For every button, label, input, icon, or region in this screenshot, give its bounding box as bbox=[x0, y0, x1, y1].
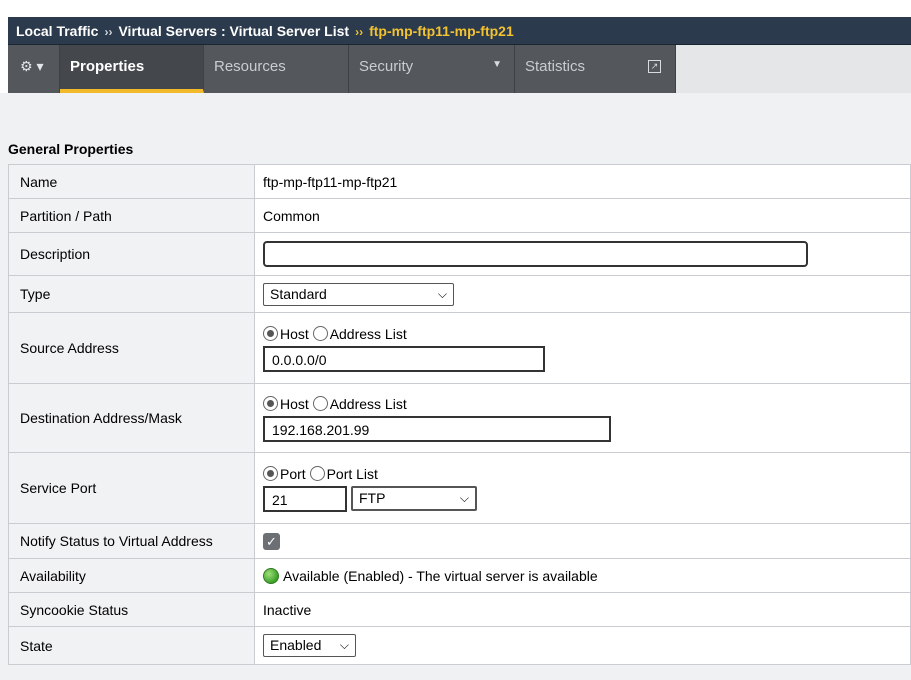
chevron-down-icon: ⌵ bbox=[437, 286, 447, 301]
external-link-icon[interactable]: ↗ bbox=[648, 60, 661, 73]
section-title: General Properties bbox=[8, 141, 134, 157]
chevron-down-icon: ▾ bbox=[36, 58, 44, 74]
service-protocol-select[interactable]: FTP ⌵ bbox=[351, 486, 477, 511]
source-host-label: Host bbox=[280, 326, 309, 342]
service-port-input[interactable]: 21 bbox=[263, 486, 347, 512]
tab-properties[interactable]: Properties bbox=[60, 45, 204, 93]
breadcrumb-virtual-server-list[interactable]: Virtual Servers : Virtual Server List bbox=[118, 23, 349, 39]
source-address-list-label: Address List bbox=[329, 326, 407, 342]
destination-address-list-label: Address List bbox=[329, 396, 407, 412]
status-available-icon bbox=[263, 567, 279, 584]
row-availability: Availability Available (Enabled) - The v… bbox=[8, 558, 911, 593]
notify-label: Notify Status to Virtual Address bbox=[8, 523, 255, 559]
availability-value: Available (Enabled) - The virtual server… bbox=[283, 567, 598, 584]
tab-label: Security bbox=[359, 58, 414, 75]
state-select[interactable]: Enabled ⌵ bbox=[263, 634, 356, 657]
name-value: ftp-mp-ftp11-mp-ftp21 bbox=[254, 164, 911, 199]
partition-value: Common bbox=[254, 198, 911, 233]
tab-statistics[interactable]: Statistics ↗ bbox=[515, 45, 676, 93]
row-state: State Enabled ⌵ bbox=[8, 626, 911, 665]
row-syncookie: Syncookie Status Inactive bbox=[8, 592, 911, 627]
tab-label: Resources bbox=[214, 58, 286, 75]
row-type: Type Standard ⌵ bbox=[8, 275, 911, 313]
breadcrumb: Local Traffic ›› Virtual Servers : Virtual… bbox=[8, 17, 911, 45]
row-name: Name ftp-mp-ftp11-mp-ftp21 bbox=[8, 164, 911, 199]
row-source-address: Source Address Host Address List 0.0.0.0… bbox=[8, 312, 911, 384]
state-label: State bbox=[8, 626, 255, 665]
availability-label: Availability bbox=[8, 558, 255, 593]
breadcrumb-separator: ›› bbox=[104, 25, 113, 39]
source-address-list-radio[interactable] bbox=[312, 326, 328, 341]
destination-host-label: Host bbox=[280, 396, 309, 412]
service-protocol-value: FTP bbox=[359, 490, 386, 506]
tab-resources[interactable]: Resources bbox=[204, 45, 349, 93]
source-address-input[interactable]: 0.0.0.0/0 bbox=[263, 346, 545, 372]
row-service-port: Service Port Port Port List 21 FTP ⌵ bbox=[8, 452, 911, 524]
service-port-list-radio[interactable] bbox=[309, 466, 325, 481]
description-input[interactable] bbox=[263, 241, 808, 267]
row-description: Description bbox=[8, 232, 911, 276]
tab-security[interactable]: Security ▼ bbox=[349, 45, 515, 93]
service-port-label: Service Port bbox=[8, 452, 255, 524]
service-port-radio[interactable] bbox=[263, 466, 278, 481]
syncookie-value: Inactive bbox=[254, 592, 911, 627]
breadcrumb-local-traffic[interactable]: Local Traffic bbox=[16, 23, 98, 39]
name-label: Name bbox=[8, 164, 255, 199]
service-port-list-label: Port List bbox=[326, 466, 378, 482]
breadcrumb-current: ftp-mp-ftp11-mp-ftp21 bbox=[369, 23, 514, 39]
destination-address-input[interactable]: 192.168.201.99 bbox=[263, 416, 611, 442]
gear-menu-button[interactable]: ⚙ ▾ bbox=[8, 45, 60, 93]
state-select-value: Enabled bbox=[270, 637, 322, 653]
source-address-label: Source Address bbox=[8, 312, 255, 384]
dropdown-caret-icon: ▼ bbox=[492, 59, 502, 70]
row-notify: Notify Status to Virtual Address ✓ bbox=[8, 523, 911, 559]
type-label: Type bbox=[8, 275, 255, 313]
tab-label: Statistics bbox=[525, 58, 586, 75]
destination-host-radio[interactable] bbox=[263, 396, 278, 411]
tab-label: Properties bbox=[70, 58, 145, 75]
type-select[interactable]: Standard ⌵ bbox=[263, 282, 454, 306]
partition-label: Partition / Path bbox=[8, 198, 255, 233]
syncookie-label: Syncookie Status bbox=[8, 592, 255, 627]
service-port-radio-label: Port bbox=[280, 466, 306, 482]
breadcrumb-separator: ›› bbox=[355, 25, 364, 39]
destination-address-list-radio[interactable] bbox=[312, 396, 328, 411]
type-select-value: Standard bbox=[270, 285, 327, 302]
row-destination: Destination Address/Mask Host Address Li… bbox=[8, 383, 911, 453]
source-host-radio[interactable] bbox=[263, 326, 278, 341]
row-partition: Partition / Path Common bbox=[8, 198, 911, 233]
chevron-down-icon: ⌵ bbox=[459, 491, 469, 505]
gear-icon: ⚙ bbox=[20, 58, 33, 74]
chevron-down-icon: ⌵ bbox=[339, 638, 349, 652]
general-properties-table: Name ftp-mp-ftp11-mp-ftp21 Partition / P… bbox=[8, 164, 911, 665]
destination-label: Destination Address/Mask bbox=[8, 383, 255, 453]
tab-bar: ⚙ ▾ Properties Resources Security ▼ Stat… bbox=[8, 45, 911, 93]
notify-checkbox[interactable]: ✓ bbox=[263, 532, 280, 550]
description-label: Description bbox=[8, 232, 255, 276]
